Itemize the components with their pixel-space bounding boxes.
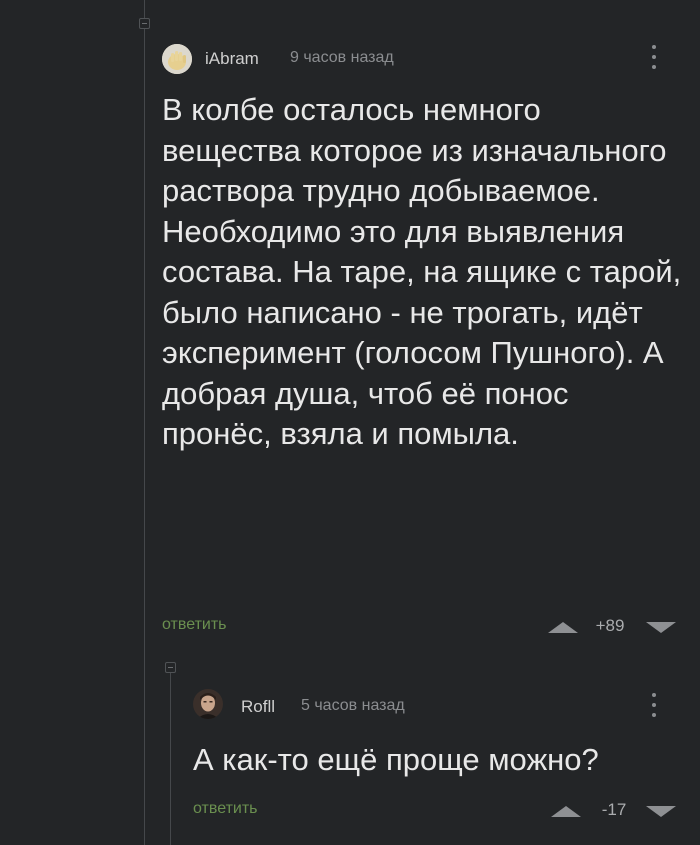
comment-author[interactable]: Rofll (241, 697, 275, 717)
collapse-thread-button[interactable] (139, 18, 150, 29)
thread-line-top (144, 0, 145, 20)
rating-value: -17 (601, 800, 627, 819)
avatar[interactable] (193, 689, 223, 719)
upvote-icon[interactable] (551, 806, 581, 817)
downvote-icon[interactable] (646, 806, 676, 817)
more-options-icon[interactable] (650, 692, 658, 718)
reply-button[interactable]: ответить (162, 616, 227, 634)
thread-line-level-2 (170, 673, 171, 845)
avatar-hand-icon (162, 44, 192, 74)
collapse-reply-button[interactable] (165, 662, 176, 673)
comment-author[interactable]: iAbram (205, 49, 259, 69)
avatar[interactable] (162, 44, 192, 74)
thread-line-level-1 (144, 29, 145, 845)
avatar-portrait-icon (193, 689, 223, 719)
comment-time: 9 часов назад (290, 49, 394, 66)
rating-value: +89 (595, 616, 625, 635)
downvote-icon[interactable] (646, 622, 676, 633)
comment-text: В колбе осталось немного вещества которо… (162, 92, 682, 451)
upvote-icon[interactable] (548, 622, 578, 633)
comment-time: 5 часов назад (301, 697, 405, 714)
more-options-icon[interactable] (650, 44, 658, 70)
reply-button[interactable]: ответить (193, 800, 258, 818)
comment-text: А как-то ещё проще можно? (193, 742, 599, 777)
